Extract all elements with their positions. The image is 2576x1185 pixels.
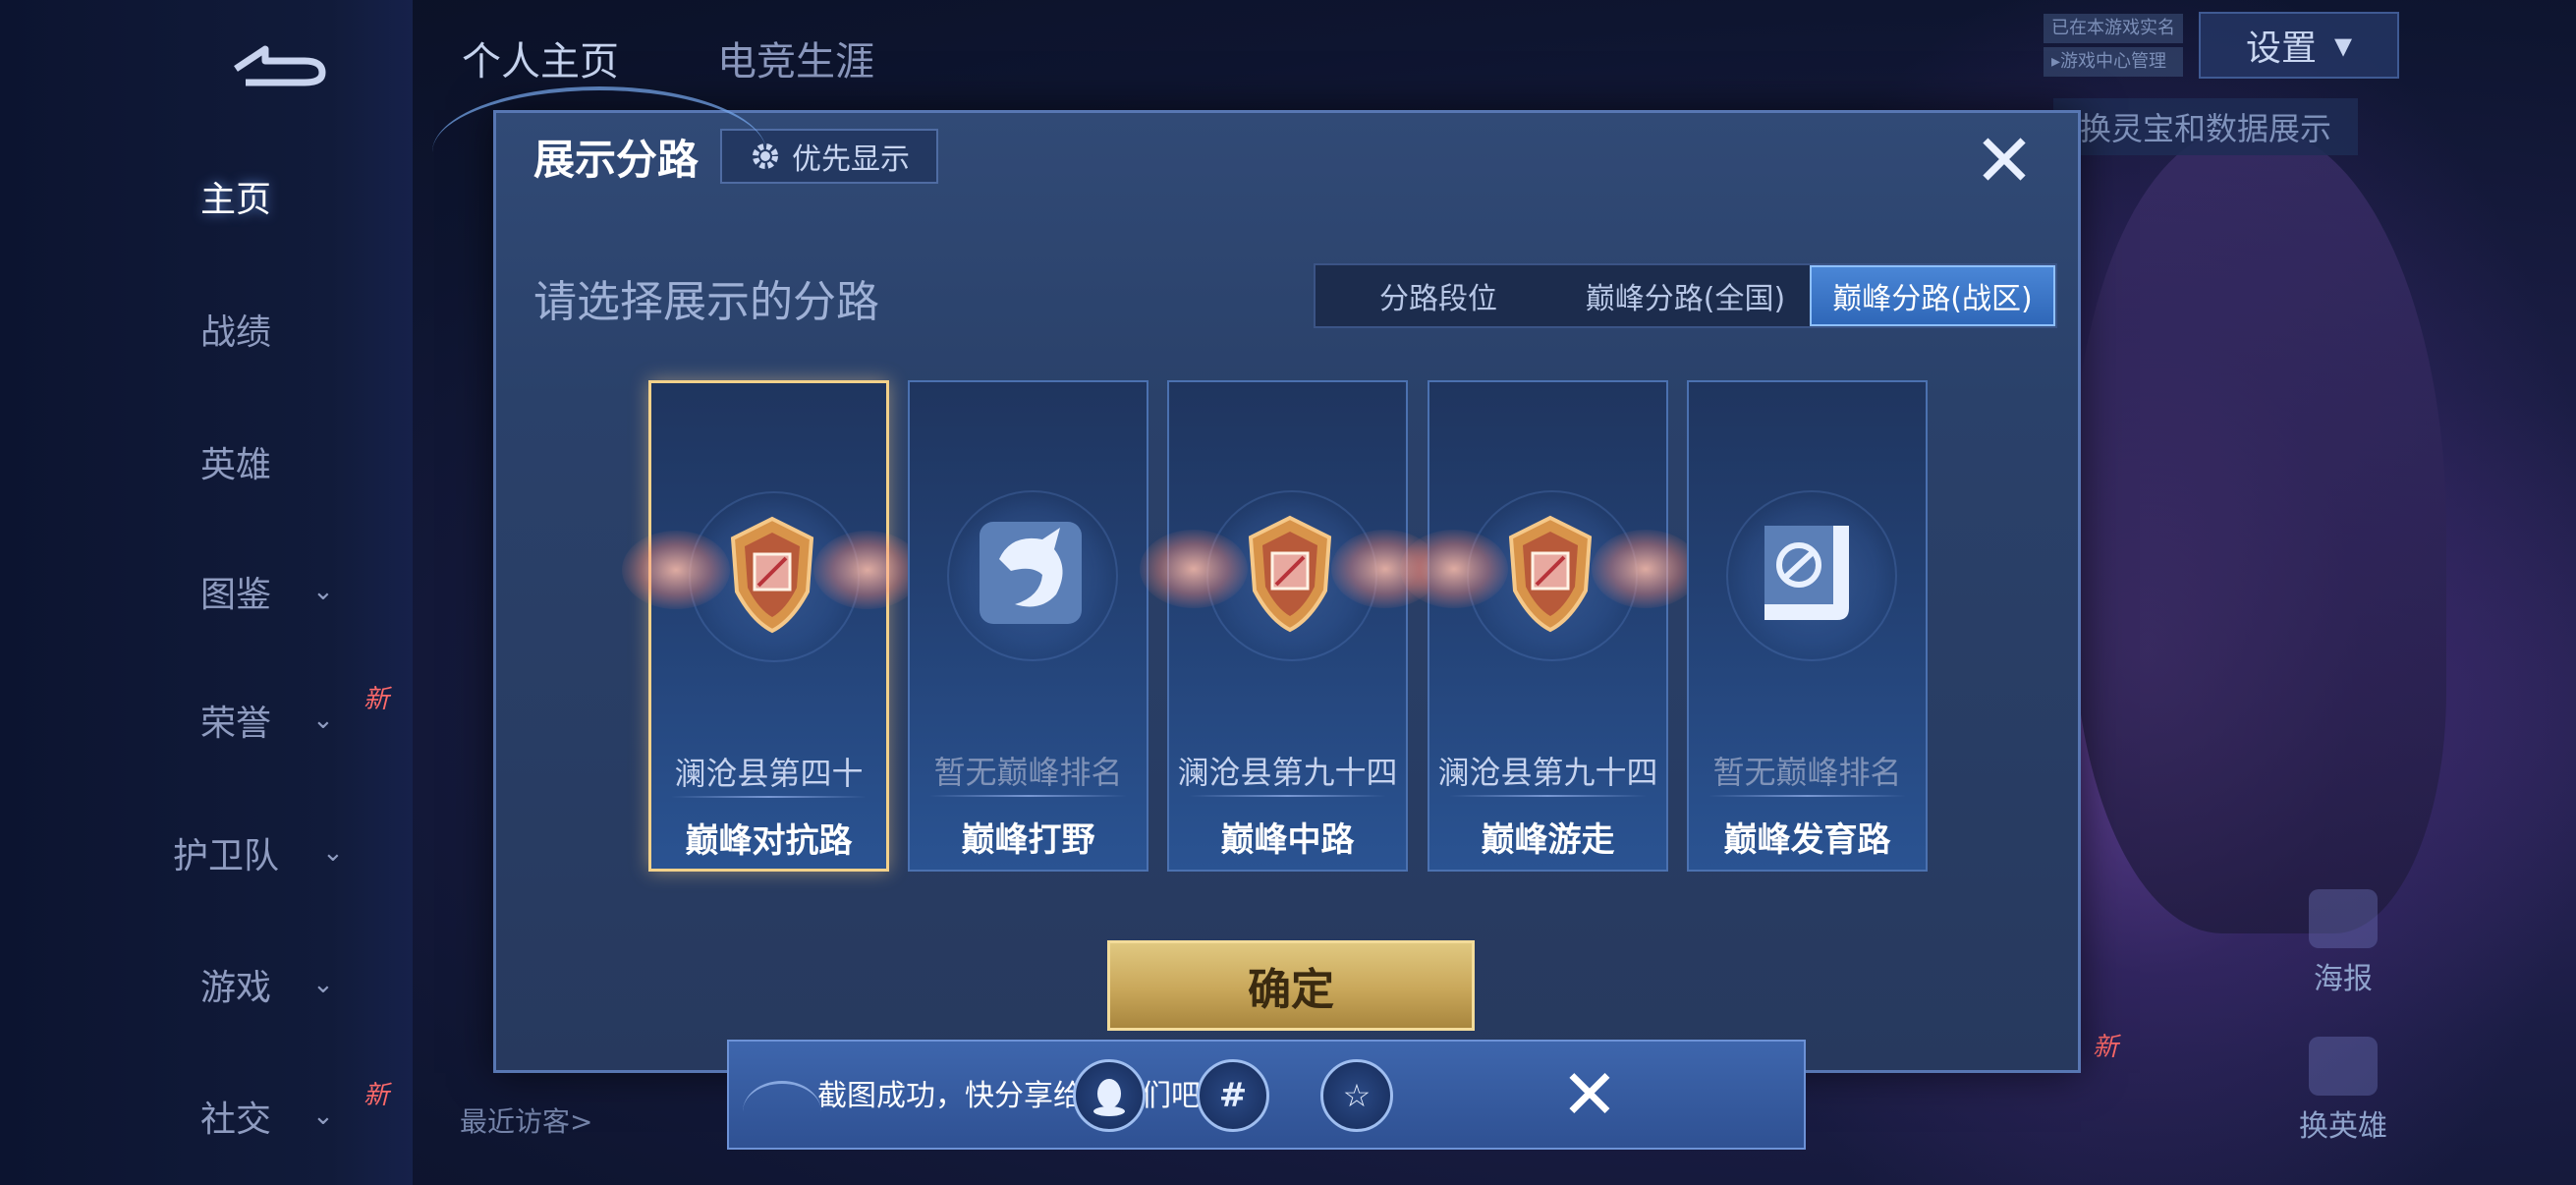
lane-name: 巅峰发育路: [1723, 820, 1891, 860]
poster-icon: [2309, 889, 2378, 948]
poster-button[interactable]: 海报: [2284, 889, 2402, 997]
jungle-dragon-emblem-icon: [980, 522, 1082, 624]
chevron-down-icon: ⌄: [312, 1101, 334, 1131]
winged-shield-emblem-icon: [1248, 515, 1332, 633]
switch-hero-icon: [2309, 1037, 2378, 1096]
priority-display-label: 优先显示: [792, 142, 910, 177]
segment-peak-region[interactable]: 巅峰分路(战区): [1810, 265, 2055, 326]
divider: [1449, 795, 1647, 797]
game-center-link[interactable]: ▸游戏中心管理: [2044, 47, 2183, 77]
sidebar-item[interactable]: 荣誉 ⌄ 新: [187, 685, 389, 750]
winged-shield-emblem-icon: [1508, 515, 1593, 633]
sidebar-item[interactable]: 图鉴 ⌄: [187, 562, 383, 621]
lane-name: 巅峰中路: [1220, 820, 1355, 860]
switch-spirit-data-button[interactable]: 换灵宝和数据展示: [2053, 98, 2358, 155]
lane-card[interactable]: 暂无巅峰排名 巅峰打野: [908, 380, 1148, 872]
lane-cards: 澜沧县第四十 巅峰对抗路 暂无巅峰排名 巅峰打野 澜沧县第九十四 巅峰中路 澜沧县第九十四巅…: [622, 380, 1935, 872]
new-badge: 新: [364, 1081, 390, 1110]
realname-line: 已在本游戏实名: [2044, 14, 2183, 43]
dialog-subtitle: 请选择展示的分路: [533, 277, 879, 327]
screenshot-share-toast: 截图成功，快分享给朋友们吧! # ☆ ✕: [727, 1040, 1806, 1150]
sidebar-item[interactable]: 主页: [187, 167, 383, 226]
chevron-down-icon: ▾: [2333, 25, 2353, 66]
close-icon[interactable]: ✕: [1970, 125, 2039, 198]
toast-close-icon[interactable]: ✕: [1550, 1055, 1629, 1134]
new-badge: 新: [364, 685, 390, 714]
divider: [1708, 795, 1906, 797]
divider: [1189, 795, 1386, 797]
recent-visitors-link[interactable]: 最近访客>: [460, 1100, 592, 1140]
chevron-down-icon: ⌄: [312, 705, 334, 735]
sidebar-item[interactable]: 游戏 ⌄: [187, 955, 383, 1014]
sidebar-item-label: 荣誉: [199, 704, 271, 744]
lane-rank-text: 澜沧县第九十四: [1177, 754, 1398, 791]
toast-message: 截图成功，快分享给朋友们吧!: [817, 1079, 1213, 1113]
sidebar-item[interactable]: 社交 ⌄ 新: [187, 1081, 389, 1146]
switch-hero-button[interactable]: 换英雄: [2284, 1037, 2402, 1145]
divider: [671, 796, 867, 798]
lane-name: 巅峰游走: [1481, 820, 1615, 860]
sidebar-item[interactable]: 英雄: [187, 432, 383, 491]
lane-card[interactable]: 澜沧县第九十四 巅峰中路: [1140, 380, 1439, 872]
tab-esports-career[interactable]: 电竞生涯: [717, 29, 874, 88]
gear-icon: [753, 143, 778, 169]
dialog-title: 展示分路: [533, 136, 700, 184]
sidebar-item-label: 社交: [199, 1100, 271, 1140]
marksman-emblem-icon: [1764, 526, 1849, 620]
switch-hero-label: 换英雄: [2299, 1109, 2387, 1144]
sidebar-item-label: 英雄: [199, 445, 271, 485]
settings-button[interactable]: 设置 ▾: [2199, 12, 2399, 79]
settings-label: 设置: [2245, 28, 2317, 69]
top-tabs: 个人主页 电竞生涯: [462, 29, 874, 88]
lane-display-dialog: 展示分路 优先显示 ✕ 请选择展示的分路 分路段位 巅峰分路(全国) 巅峰分路(…: [493, 110, 2081, 1073]
lane-rank-text: 澜沧县第四十: [674, 755, 864, 792]
sidebar-item-label: 图鉴: [199, 575, 271, 615]
sidebar-item[interactable]: 护卫队 ⌄: [173, 823, 383, 882]
hero-silhouette: [2073, 128, 2446, 933]
sidebar-item-label: 战绩: [199, 312, 271, 353]
wechat-moments-share-icon[interactable]: #: [1197, 1059, 1269, 1132]
chevron-down-icon: ⌄: [312, 970, 334, 999]
back-arrow-icon[interactable]: [226, 29, 334, 88]
lane-card[interactable]: 暂无巅峰排名 巅峰发育路: [1687, 380, 1928, 872]
chevron-down-icon: ⌄: [312, 577, 334, 606]
realname-status: 已在本游戏实名 ▸游戏中心管理: [2044, 14, 2183, 81]
swirl-decoration: [743, 1081, 821, 1143]
qzone-share-icon[interactable]: ☆: [1320, 1059, 1393, 1132]
tab-personal-home[interactable]: 个人主页: [462, 29, 619, 88]
poster-label: 海报: [2314, 962, 2373, 996]
sidebar-item[interactable]: 战绩: [187, 300, 383, 359]
lane-card[interactable]: 澜沧县第九十四 巅峰游走: [1400, 380, 1700, 872]
new-badge: 新: [2093, 1033, 2119, 1062]
lane-rank-text: 暂无巅峰排名: [1712, 754, 1902, 791]
lane-type-segmented-control: 分路段位 巅峰分路(全国) 巅峰分路(战区): [1314, 263, 2057, 328]
qq-share-icon[interactable]: [1073, 1059, 1146, 1132]
lane-name: 巅峰打野: [961, 820, 1095, 860]
sidebar-item-label: 游戏: [199, 968, 271, 1008]
segment-lane-rank[interactable]: 分路段位: [1316, 265, 1561, 326]
sidebar-item-label: 护卫队: [172, 836, 279, 876]
priority-display-button[interactable]: 优先显示: [720, 129, 938, 184]
chevron-down-icon: ⌄: [322, 838, 344, 868]
lane-name: 巅峰对抗路: [685, 821, 853, 861]
sidebar-item-label: 主页: [199, 180, 271, 220]
lane-card[interactable]: 澜沧县第四十 巅峰对抗路: [622, 380, 922, 872]
confirm-button[interactable]: 确定: [1107, 940, 1475, 1031]
winged-shield-emblem-icon: [730, 516, 814, 634]
lane-rank-text: 澜沧县第九十四: [1437, 754, 1658, 791]
divider: [929, 795, 1127, 797]
segment-peak-national[interactable]: 巅峰分路(全国): [1561, 265, 1810, 326]
lane-rank-text: 暂无巅峰排名: [933, 754, 1123, 791]
